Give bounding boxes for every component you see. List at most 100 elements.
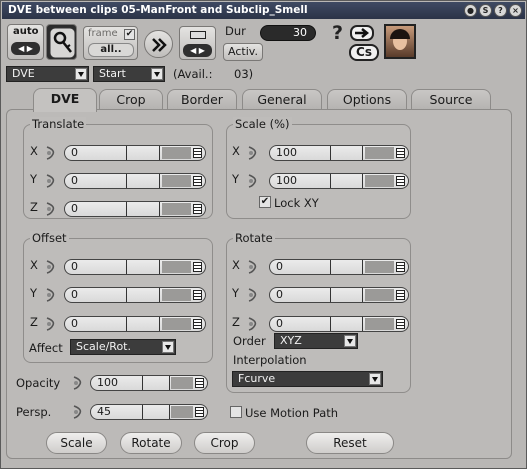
field-menu-icon[interactable] [193,290,202,300]
scale-y-field[interactable]: 100 [269,173,409,189]
tab-crop[interactable]: Crop [99,89,163,111]
translate-y-value: 0 [71,174,78,187]
duration-nudge-arrows-icon[interactable]: ◀ ▶ [183,44,212,57]
chevron-down-icon [162,341,174,353]
activ-button[interactable]: Activ. [223,43,263,61]
auto-nudge-arrows-icon[interactable]: ◀ ▶ [11,42,40,55]
position-dropdown[interactable]: Start [93,66,165,82]
affect-dropdown-value: Scale/Rot. [76,340,131,353]
chevron-down-icon [344,335,356,347]
field-shade [365,147,394,159]
forward-button[interactable] [144,30,173,58]
translate-y-field[interactable]: 0 [64,173,206,189]
scale-y-animate-knob-icon[interactable] [246,174,258,188]
offset-z-field[interactable]: 0 [64,316,206,332]
keyframe-button[interactable] [46,24,77,60]
offset-y-animate-knob-icon[interactable] [44,288,56,302]
persp-field[interactable]: 45 [90,404,208,420]
field-menu-icon[interactable] [195,378,204,388]
persp-animate-knob-icon[interactable] [71,405,83,419]
arrow-icon[interactable] [350,25,374,41]
close-icon[interactable]: × [509,4,522,17]
help-small-icon[interactable]: ? [494,4,507,17]
translate-x-value: 0 [71,146,78,159]
translate-x-field[interactable]: 0 [64,145,206,161]
translate-z-field[interactable]: 0 [64,201,206,217]
scale-button[interactable]: Scale [46,432,107,454]
interpolation-dropdown-value: Fcurve [238,372,276,385]
motion-path-checkbox[interactable] [230,406,242,418]
rotate-y-animate-knob-icon[interactable] [246,288,258,302]
field-menu-icon[interactable] [193,262,202,272]
frame-all-button[interactable]: frame ✔ all.. [83,26,138,60]
opacity-animate-knob-icon[interactable] [71,376,83,390]
rotate-button[interactable]: Rotate [120,432,182,454]
field-shade [162,147,191,159]
rotate-y-field[interactable]: 0 [269,287,409,303]
offset-x-field[interactable]: 0 [64,259,206,275]
tab-source[interactable]: Source [411,89,491,111]
offset-x-value: 0 [71,260,78,273]
tab-options[interactable]: Options [327,89,407,111]
affect-label: Affect [29,341,63,355]
field-menu-icon[interactable] [396,290,405,300]
field-divider [126,174,127,188]
rotate-x-field[interactable]: 0 [269,259,409,275]
field-menu-icon[interactable] [396,148,405,158]
dur-value-field[interactable]: 30 [260,25,316,41]
frame-label: frame [88,28,118,39]
crop-button[interactable]: Crop [194,432,255,454]
rotate-z-field[interactable]: 0 [269,316,409,332]
menu-icon[interactable]: ● [464,4,477,17]
tab-border[interactable]: Border [167,89,237,111]
field-divider [362,288,363,302]
cs-button[interactable]: Cs [349,44,379,61]
tab-dve[interactable]: DVE [33,88,97,112]
persp-label: Persp. [16,405,52,419]
field-menu-icon[interactable] [193,176,202,186]
field-menu-icon[interactable] [396,262,405,272]
effect-dropdown-value: DVE [12,67,35,80]
affect-dropdown[interactable]: Scale/Rot. [70,339,176,355]
rotate-z-animate-knob-icon[interactable] [246,317,258,331]
field-divider [169,405,170,419]
translate-y-animate-knob-icon[interactable] [44,174,56,188]
rotate-x-value: 0 [276,260,283,273]
field-menu-icon[interactable] [396,319,405,329]
scale-x-field[interactable]: 100 [269,145,409,161]
key-icon [49,27,76,59]
sync-icon[interactable]: S [479,4,492,17]
offset-z-animate-knob-icon[interactable] [44,317,56,331]
clip-thumbnail[interactable] [384,24,416,59]
field-menu-icon[interactable] [195,407,204,417]
field-shade [162,318,191,330]
order-dropdown[interactable]: XYZ [274,333,358,349]
field-menu-icon[interactable] [193,204,202,214]
field-menu-icon[interactable] [396,176,405,186]
translate-z-animate-knob-icon[interactable] [44,202,56,216]
field-shade [171,377,193,389]
reset-button[interactable]: Reset [306,432,394,454]
field-menu-icon[interactable] [193,319,202,329]
auto-button[interactable]: auto ◀ ▶ [7,24,44,60]
interpolation-label: Interpolation [233,353,307,367]
translate-x-animate-knob-icon[interactable] [44,146,56,160]
scale-x-animate-knob-icon[interactable] [246,146,258,160]
field-divider [159,288,160,302]
rotate-x-animate-knob-icon[interactable] [246,260,258,274]
auto-label: auto [13,26,39,37]
offset-y-field[interactable]: 0 [64,287,206,303]
help-icon[interactable]: ? [332,22,343,44]
lock-xy-checkbox[interactable]: ✔ [259,196,271,208]
tab-general[interactable]: General [242,89,322,111]
opacity-field[interactable]: 100 [90,375,208,391]
effect-dropdown[interactable]: DVE [6,66,89,82]
offset-x-animate-knob-icon[interactable] [44,260,56,274]
field-shade [171,406,193,418]
interpolation-dropdown[interactable]: Fcurve [232,371,383,387]
frame-checkbox[interactable]: ✔ [124,29,135,40]
duration-nudge-button[interactable]: ◀ ▶ [179,26,216,60]
field-menu-icon[interactable] [193,148,202,158]
field-divider [126,317,127,331]
offset-z-value: 0 [71,317,78,330]
